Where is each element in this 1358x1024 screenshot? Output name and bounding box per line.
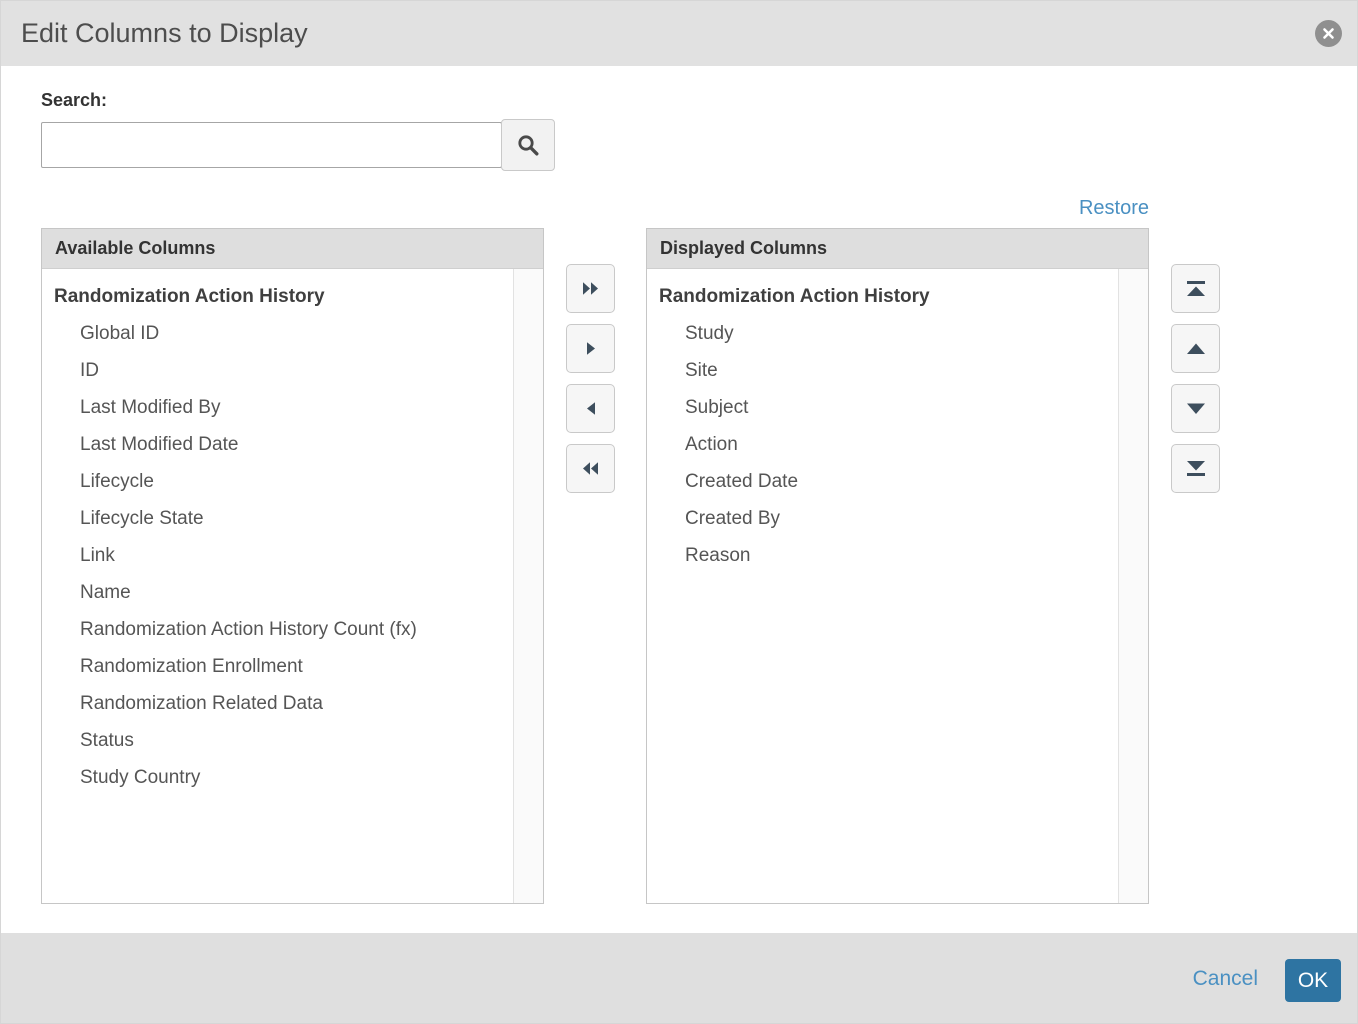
- available-items: Global IDIDLast Modified ByLast Modified…: [42, 315, 543, 796]
- displayed-columns-list: Randomization Action History StudySiteSu…: [647, 269, 1148, 903]
- dialog-footer: Cancel OK: [1, 933, 1358, 1024]
- list-item[interactable]: Name: [42, 574, 543, 611]
- move-to-top-button[interactable]: [1171, 264, 1220, 313]
- list-item[interactable]: Randomization Related Data: [42, 685, 543, 722]
- list-item[interactable]: Randomization Enrollment: [42, 648, 543, 685]
- displayed-columns-header: Displayed Columns: [647, 229, 1148, 269]
- move-up-button[interactable]: [1171, 324, 1220, 373]
- list-item[interactable]: Study: [647, 315, 1148, 352]
- list-item[interactable]: Subject: [647, 389, 1148, 426]
- displayed-scrollbar-track[interactable]: [1118, 269, 1148, 903]
- list-item[interactable]: Site: [647, 352, 1148, 389]
- move-down-icon: [1185, 403, 1207, 415]
- move-down-button[interactable]: [1171, 384, 1220, 433]
- dialog-titlebar: Edit Columns to Display: [1, 1, 1358, 66]
- move-up-icon: [1185, 343, 1207, 355]
- list-item[interactable]: Lifecycle State: [42, 500, 543, 537]
- list-item[interactable]: Created By: [647, 500, 1148, 537]
- list-group-header[interactable]: Randomization Action History: [42, 278, 543, 315]
- move-to-bottom-button[interactable]: [1171, 444, 1220, 493]
- cancel-button[interactable]: Cancel: [1193, 933, 1258, 1024]
- list-item[interactable]: Last Modified By: [42, 389, 543, 426]
- search-icon: [516, 133, 541, 158]
- list-item[interactable]: Randomization Action History Count (fx): [42, 611, 543, 648]
- displayed-items: StudySiteSubjectActionCreated DateCreate…: [647, 315, 1148, 574]
- arrow-right-icon: [585, 340, 597, 357]
- available-columns-panel: Available Columns Randomization Action H…: [41, 228, 544, 904]
- move-to-bottom-icon: [1185, 460, 1207, 477]
- available-scrollbar-track[interactable]: [513, 269, 543, 903]
- list-item[interactable]: Lifecycle: [42, 463, 543, 500]
- ok-button[interactable]: OK: [1285, 959, 1341, 1002]
- search-label: Search:: [41, 90, 107, 111]
- list-group-header[interactable]: Randomization Action History: [647, 278, 1148, 315]
- list-item[interactable]: Last Modified Date: [42, 426, 543, 463]
- edit-columns-dialog: Edit Columns to Display Search: Restore …: [0, 0, 1358, 1024]
- move-left-button[interactable]: [566, 384, 615, 433]
- displayed-columns-panel: Displayed Columns Randomization Action H…: [646, 228, 1149, 904]
- search-button[interactable]: [501, 119, 555, 171]
- move-all-right-button[interactable]: [566, 264, 615, 313]
- arrow-left-icon: [585, 400, 597, 417]
- move-to-top-icon: [1185, 280, 1207, 297]
- list-item[interactable]: Created Date: [647, 463, 1148, 500]
- list-item[interactable]: Global ID: [42, 315, 543, 352]
- double-arrow-left-icon: [581, 460, 600, 477]
- dialog-title: Edit Columns to Display: [21, 1, 308, 66]
- list-item[interactable]: ID: [42, 352, 543, 389]
- available-columns-header: Available Columns: [42, 229, 543, 269]
- move-right-button[interactable]: [566, 324, 615, 373]
- restore-link[interactable]: Restore: [646, 197, 1149, 220]
- search-input[interactable]: [41, 122, 502, 168]
- list-item[interactable]: Study Country: [42, 759, 543, 796]
- double-arrow-right-icon: [581, 280, 600, 297]
- list-item[interactable]: Status: [42, 722, 543, 759]
- close-icon: [1322, 27, 1335, 40]
- list-item[interactable]: Reason: [647, 537, 1148, 574]
- close-button[interactable]: [1315, 20, 1342, 47]
- list-item[interactable]: Action: [647, 426, 1148, 463]
- available-columns-list: Randomization Action History Global IDID…: [42, 269, 543, 903]
- list-item[interactable]: Link: [42, 537, 543, 574]
- move-all-left-button[interactable]: [566, 444, 615, 493]
